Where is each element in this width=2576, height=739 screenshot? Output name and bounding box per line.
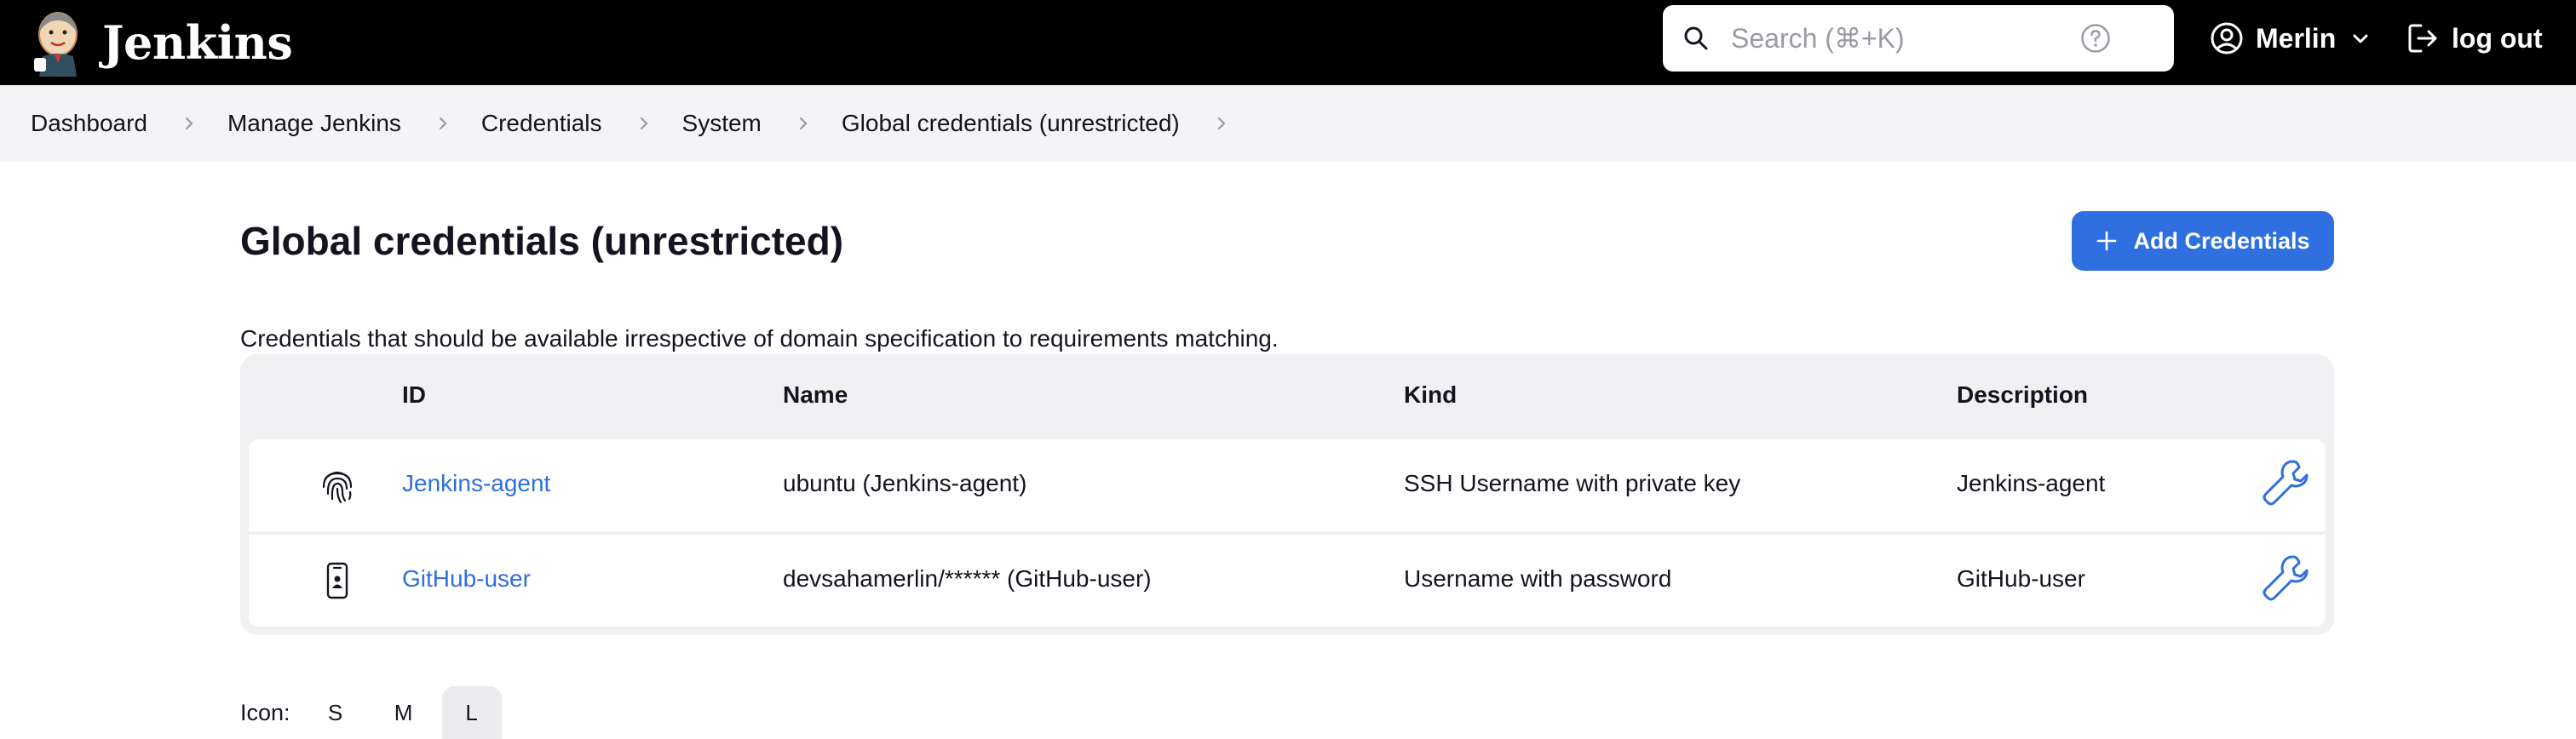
credential-name: ubuntu (Jenkins-agent) xyxy=(783,470,1027,496)
icon-size-medium[interactable]: M xyxy=(374,686,434,739)
user-menu[interactable]: Merlin xyxy=(2210,0,2370,77)
credential-kind: Username with password xyxy=(1404,565,1672,592)
table-row: Jenkins-agent ubuntu (Jenkins-agent) SSH… xyxy=(249,439,2326,531)
credential-description: Jenkins-agent xyxy=(1957,470,2106,496)
breadcrumb-global-credentials[interactable]: Global credentials (unrestricted) xyxy=(842,110,1180,137)
chevron-down-icon xyxy=(2353,34,2368,43)
breadcrumb-dashboard[interactable]: Dashboard xyxy=(31,110,147,137)
search-box[interactable] xyxy=(1663,5,2174,72)
credentials-table: ID Name Kind Description Jenkins-agent u… xyxy=(240,354,2334,635)
chevron-right-icon[interactable] xyxy=(1214,116,1229,131)
wrench-icon[interactable] xyxy=(2259,456,2312,509)
breadcrumb: Dashboard Manage Jenkins Credentials Sys… xyxy=(0,85,2576,162)
search-input[interactable] xyxy=(1731,17,2089,60)
credential-id-link[interactable]: Jenkins-agent xyxy=(402,470,550,497)
user-name: Merlin xyxy=(2256,22,2337,54)
wrench-icon[interactable] xyxy=(2259,552,2312,604)
logout-label: log out xyxy=(2452,22,2543,54)
icon-size-label: Icon: xyxy=(240,699,290,725)
logout-link[interactable]: log out xyxy=(2406,0,2543,77)
add-credentials-button[interactable]: Add Credentials xyxy=(2072,211,2334,271)
add-credentials-label: Add Credentials xyxy=(2133,227,2310,254)
logout-icon xyxy=(2408,24,2437,53)
mobile-badge-icon xyxy=(326,562,348,599)
fingerprint-icon xyxy=(322,471,353,504)
brand-name: Jenkins xyxy=(102,15,293,70)
chevron-right-icon xyxy=(640,117,648,130)
icon-size-large[interactable]: L xyxy=(441,686,502,739)
page-description: Credentials that should be available irr… xyxy=(240,325,1279,352)
table-row: GitHub-user devsahamerlin/****** (GitHub… xyxy=(249,535,2326,627)
jenkins-logo-icon xyxy=(34,12,78,77)
credential-name: devsahamerlin/****** (GitHub-user) xyxy=(783,565,1152,592)
page-title: Global credentials (unrestricted) xyxy=(240,219,844,263)
column-header-kind[interactable]: Kind xyxy=(1404,381,1457,409)
chevron-right-icon xyxy=(439,117,447,130)
breadcrumb-credentials[interactable]: Credentials xyxy=(481,110,602,137)
help-icon[interactable] xyxy=(2080,23,2111,54)
breadcrumb-manage-jenkins[interactable]: Manage Jenkins xyxy=(227,110,401,137)
icon-size-selector: Icon: S M L xyxy=(240,686,510,739)
breadcrumb-system[interactable]: System xyxy=(682,110,762,137)
chevron-right-icon xyxy=(799,117,808,130)
search-icon xyxy=(1684,26,1708,50)
credential-description: GitHub-user xyxy=(1957,565,2085,592)
jenkins-home-link[interactable]: Jenkins xyxy=(31,0,293,85)
credential-kind: SSH Username with private key xyxy=(1404,470,1741,496)
column-header-name[interactable]: Name xyxy=(783,381,848,409)
plus-icon xyxy=(2097,231,2117,251)
chevron-right-icon xyxy=(185,117,193,130)
icon-size-small[interactable]: S xyxy=(306,686,365,739)
column-header-id[interactable]: ID xyxy=(402,381,426,409)
top-header: Jenkins Merlin log out xyxy=(0,0,2576,85)
user-icon xyxy=(2211,22,2243,54)
credential-id-link[interactable]: GitHub-user xyxy=(402,565,531,593)
column-header-description[interactable]: Description xyxy=(1957,381,2088,409)
